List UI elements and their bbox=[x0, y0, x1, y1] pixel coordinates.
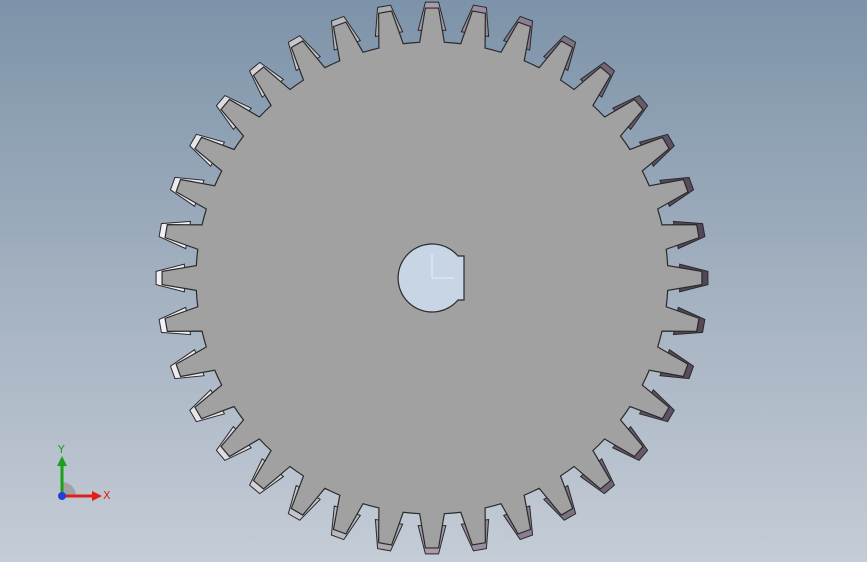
z-axis-dot bbox=[58, 492, 66, 500]
y-axis-arrow bbox=[57, 456, 67, 466]
y-axis-label: Y bbox=[57, 443, 65, 456]
x-axis-arrow bbox=[92, 491, 102, 501]
spur-gear[interactable] bbox=[155, 1, 709, 555]
graphics-viewport[interactable]: Y X bbox=[0, 0, 867, 562]
gear-bore-keyway bbox=[397, 243, 465, 313]
x-axis-label: X bbox=[103, 489, 111, 502]
gear-model[interactable] bbox=[0, 0, 867, 562]
coordinate-triad: Y X bbox=[57, 443, 111, 502]
